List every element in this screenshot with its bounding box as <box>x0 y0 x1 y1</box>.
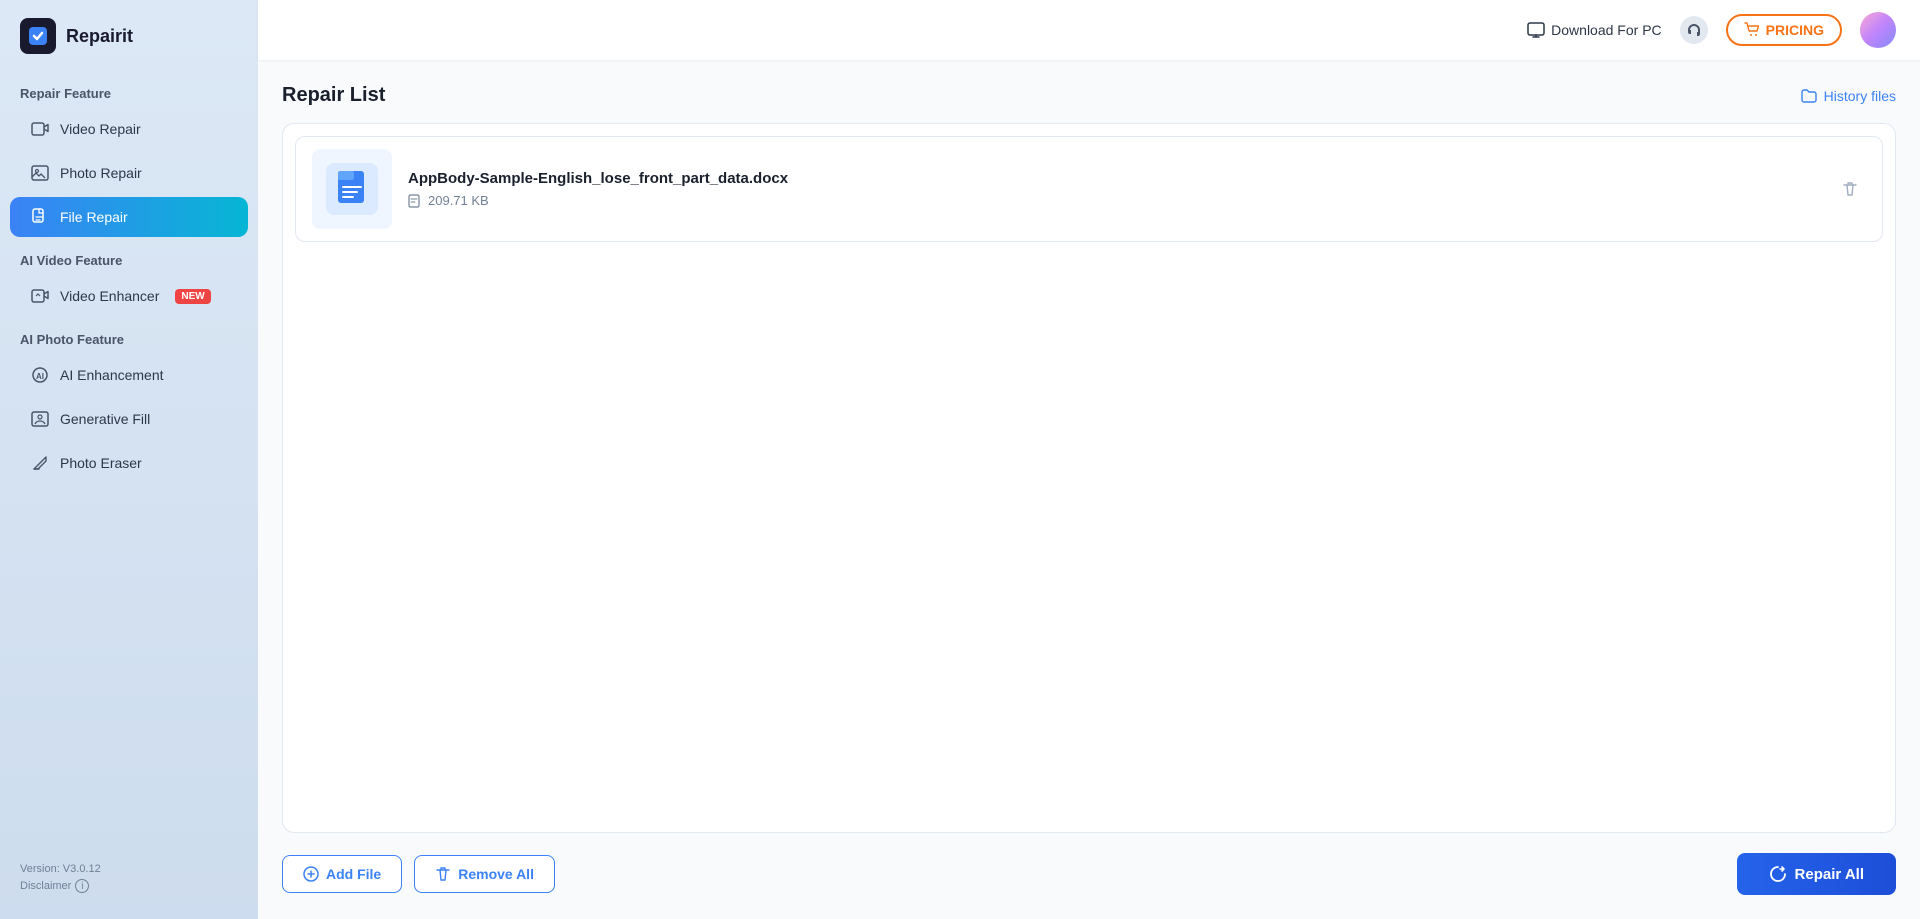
folder-icon <box>1800 87 1818 105</box>
generative-fill-icon <box>30 409 50 429</box>
sidebar-item-video-repair[interactable]: Video Repair <box>10 109 248 149</box>
sidebar-item-photo-repair[interactable]: Photo Repair <box>10 153 248 193</box>
file-size-icon <box>408 194 422 208</box>
app-logo-icon <box>20 18 56 54</box>
disclaimer-row: Disclaimer i <box>20 879 238 893</box>
file-item: AppBody-Sample-English_lose_front_part_d… <box>295 136 1883 242</box>
file-size-row: 209.71 KB <box>408 193 1818 208</box>
main-content: Repair List History files AppBody-Sample… <box>258 60 1920 919</box>
sidebar-item-ai-enhancement[interactable]: AI AI Enhancement <box>10 355 248 395</box>
ai-enhancement-label: AI Enhancement <box>60 367 164 383</box>
version-label: Version: V3.0.12 <box>20 863 238 875</box>
photo-repair-label: Photo Repair <box>60 165 142 181</box>
sidebar-footer: Version: V3.0.12 Disclaimer i <box>0 853 258 903</box>
app-logo-text: Repairit <box>66 26 133 47</box>
ai-video-feature-section-label: AI Video Feature <box>0 239 258 274</box>
disclaimer-info-icon: i <box>75 879 89 893</box>
file-info: AppBody-Sample-English_lose_front_part_d… <box>408 170 1818 208</box>
history-files-button[interactable]: History files <box>1800 87 1896 105</box>
disclaimer-label: Disclaimer <box>20 880 71 892</box>
file-repair-label: File Repair <box>60 209 128 225</box>
add-file-label: Add File <box>326 866 381 882</box>
add-file-button[interactable]: Add File <box>282 855 402 893</box>
help-button[interactable] <box>1680 16 1708 44</box>
headset-icon <box>1686 22 1702 38</box>
new-badge: NEW <box>175 289 210 304</box>
video-enhancer-label: Video Enhancer <box>60 288 159 304</box>
photo-eraser-icon <box>30 453 50 473</box>
trash-remove-icon <box>435 866 451 882</box>
video-enhancer-icon <box>30 286 50 306</box>
add-circle-icon <box>303 866 319 882</box>
file-size: 209.71 KB <box>428 193 489 208</box>
topbar: Download For PC PRICING <box>258 0 1920 60</box>
trash-icon <box>1841 180 1859 198</box>
file-name: AppBody-Sample-English_lose_front_part_d… <box>408 170 1818 187</box>
sidebar-item-file-repair[interactable]: File Repair <box>10 197 248 237</box>
pricing-button[interactable]: PRICING <box>1726 14 1842 46</box>
history-files-label: History files <box>1824 88 1896 104</box>
video-repair-icon <box>30 119 50 139</box>
file-repair-icon <box>30 207 50 227</box>
video-repair-label: Video Repair <box>60 121 141 137</box>
repair-all-button[interactable]: Repair All <box>1737 853 1896 895</box>
download-for-pc-label: Download For PC <box>1551 22 1662 38</box>
sidebar-item-photo-eraser[interactable]: Photo Eraser <box>10 443 248 483</box>
file-thumbnail <box>312 149 392 229</box>
repair-list-title: Repair List <box>282 84 385 107</box>
remove-all-button[interactable]: Remove All <box>414 855 555 893</box>
svg-text:AI: AI <box>36 372 44 381</box>
ai-photo-feature-section-label: AI Photo Feature <box>0 318 258 353</box>
pricing-label: PRICING <box>1766 22 1824 38</box>
user-avatar[interactable] <box>1860 12 1896 48</box>
generative-fill-label: Generative Fill <box>60 411 150 427</box>
repair-feature-section-label: Repair Feature <box>0 72 258 107</box>
monitor-icon <box>1527 21 1545 39</box>
file-list-area: AppBody-Sample-English_lose_front_part_d… <box>282 123 1896 833</box>
repair-list-header: Repair List History files <box>282 84 1896 107</box>
photo-repair-icon <box>30 163 50 183</box>
remove-all-label: Remove All <box>458 866 534 882</box>
photo-eraser-label: Photo Eraser <box>60 455 142 471</box>
cart-icon <box>1744 22 1760 38</box>
sidebar-item-video-enhancer[interactable]: Video Enhancer NEW <box>10 276 248 316</box>
repair-icon <box>1769 865 1787 883</box>
logo-bar: Repairit <box>0 0 258 72</box>
docx-icon <box>326 163 378 215</box>
download-for-pc-button[interactable]: Download For PC <box>1527 21 1662 39</box>
bottom-left-buttons: Add File Remove All <box>282 855 555 893</box>
sidebar-item-generative-fill[interactable]: Generative Fill <box>10 399 248 439</box>
file-delete-button[interactable] <box>1834 173 1866 205</box>
bottom-bar: Add File Remove All Repair All <box>282 833 1896 895</box>
sidebar: Repairit Repair Feature Video Repair Pho… <box>0 0 258 919</box>
repair-all-label: Repair All <box>1795 866 1864 883</box>
ai-enhancement-icon: AI <box>30 365 50 385</box>
